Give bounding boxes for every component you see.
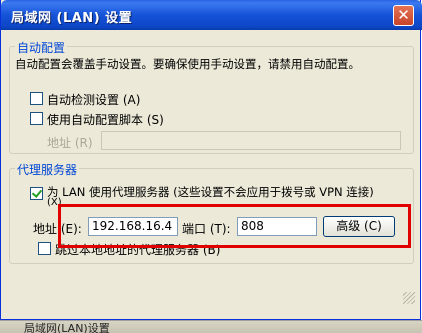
lan-settings-dialog: 局域网 (LAN) 设置 ✕ 自动配置 自动配置会覆盖手动设置。要确保使用手动设… bbox=[0, 0, 422, 320]
auto-config-description: 自动配置会覆盖手动设置。要确保使用手动设置，请禁用自动配置。 bbox=[15, 57, 360, 71]
window-title: 局域网 (LAN) 设置 bbox=[11, 11, 133, 26]
use-proxy-checkbox[interactable] bbox=[30, 187, 43, 200]
resize-grip[interactable] bbox=[403, 292, 415, 304]
script-address-input[interactable] bbox=[101, 131, 401, 150]
use-proxy-label[interactable]: 为 LAN 使用代理服务器 (这些设置不会应用于拨号或 VPN 连接) bbox=[47, 184, 374, 200]
use-script-label[interactable]: 使用自动配置脚本 (S) bbox=[47, 111, 164, 128]
auto-detect-checkbox[interactable] bbox=[30, 92, 43, 105]
auto-detect-label[interactable]: 自动检测设置 (A) bbox=[47, 91, 140, 108]
use-script-checkbox[interactable] bbox=[30, 112, 43, 125]
auto-config-legend: 自动配置 bbox=[15, 39, 68, 56]
bypass-local-checkbox[interactable] bbox=[38, 242, 51, 255]
title-bar[interactable]: 局域网 (LAN) 设置 ✕ bbox=[1, 0, 422, 30]
taskbar-item[interactable]: 局域网(LAN)设置 bbox=[24, 321, 110, 333]
script-address-label: 地址 (R) bbox=[47, 136, 93, 150]
proxy-legend: 代理服务器 bbox=[15, 161, 80, 178]
taskbar: 局域网(LAN)设置 bbox=[0, 320, 422, 333]
close-button[interactable]: ✕ bbox=[393, 5, 414, 26]
annotation-highlight-box bbox=[58, 204, 411, 248]
